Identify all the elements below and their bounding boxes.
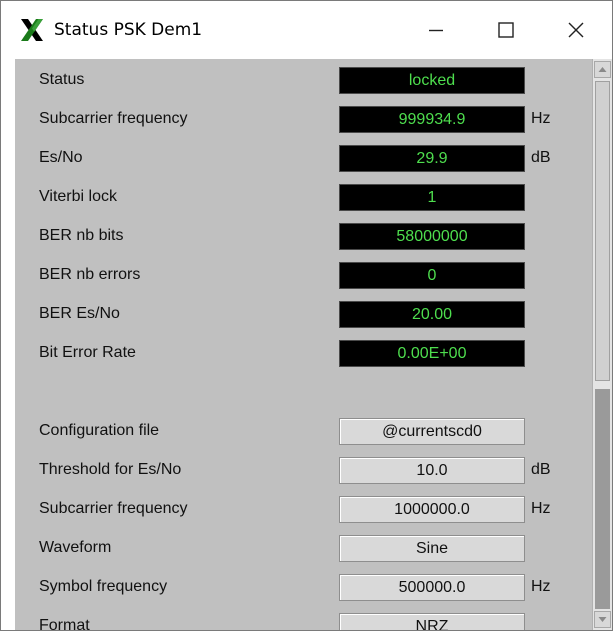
field-label: Viterbi lock — [39, 188, 117, 205]
field-label: Es/No — [39, 149, 83, 166]
status-value: locked — [339, 67, 525, 94]
status-row-viterbi-lock: Viterbi lock 1 — [15, 184, 592, 212]
field-label: Threshold for Es/No — [39, 461, 182, 478]
unit-label: dB — [531, 149, 551, 166]
status-row-ber-nb-bits: BER nb bits 58000000 — [15, 223, 592, 251]
scroll-down-button[interactable] — [594, 611, 611, 628]
field-label: Symbol frequency — [39, 578, 168, 595]
arrow-up-icon — [598, 67, 607, 72]
config-value-field[interactable]: @currentscd0 — [339, 418, 525, 445]
status-value: 999934.9 — [339, 106, 525, 133]
status-row-bit-error-rate: Bit Error Rate 0.00E+00 — [15, 340, 592, 368]
vertical-scrollbar[interactable] — [592, 59, 612, 630]
unit-label: Hz — [531, 110, 551, 127]
status-window: Status PSK Dem1 Status locked Subcarrier… — [0, 0, 613, 631]
status-row-es-no: Es/No 29.9 dB — [15, 145, 592, 173]
status-value: 29.9 — [339, 145, 525, 172]
config-value-field[interactable]: 500000.0 — [339, 574, 525, 601]
config-row-threshold-es-no: Threshold for Es/No 10.0 dB — [15, 457, 592, 485]
maximize-button[interactable] — [475, 1, 537, 59]
config-value-field[interactable]: 10.0 — [339, 457, 525, 484]
field-label: BER nb errors — [39, 266, 141, 283]
close-button[interactable] — [545, 1, 607, 59]
config-value-field[interactable]: 1000000.0 — [339, 496, 525, 523]
status-row-subcarrier-frequency: Subcarrier frequency 999934.9 Hz — [15, 106, 592, 134]
config-row-waveform: Waveform Sine — [15, 535, 592, 563]
scroll-thumb[interactable] — [595, 81, 610, 381]
status-value: 0.00E+00 — [339, 340, 525, 367]
field-label: Subcarrier frequency — [39, 500, 188, 517]
title-bar[interactable]: Status PSK Dem1 — [1, 1, 612, 59]
status-panel: Status locked Subcarrier frequency 99993… — [15, 59, 592, 630]
status-row-ber-es-no: BER Es/No 20.00 — [15, 301, 592, 329]
field-label: Waveform — [39, 539, 112, 556]
config-row-subcarrier-frequency: Subcarrier frequency 1000000.0 Hz — [15, 496, 592, 524]
status-value: 0 — [339, 262, 525, 289]
status-value: 20.00 — [339, 301, 525, 328]
window-title: Status PSK Dem1 — [54, 20, 203, 40]
config-value-field[interactable]: NRZ — [339, 613, 525, 630]
status-row-status: Status locked — [15, 67, 592, 95]
unit-label: dB — [531, 461, 551, 478]
unit-label: Hz — [531, 500, 551, 517]
minimize-icon — [429, 29, 443, 32]
status-row-ber-nb-errors: BER nb errors 0 — [15, 262, 592, 290]
field-label: BER Es/No — [39, 305, 120, 322]
config-row-configuration-file: Configuration file @currentscd0 — [15, 418, 592, 446]
x-app-icon — [21, 19, 43, 41]
config-row-symbol-frequency: Symbol frequency 500000.0 Hz — [15, 574, 592, 602]
status-value: 58000000 — [339, 223, 525, 250]
arrow-down-icon — [598, 617, 607, 622]
field-label: Configuration file — [39, 422, 160, 439]
config-row-format: Format NRZ — [15, 613, 592, 630]
close-icon — [568, 22, 584, 38]
field-label: Subcarrier frequency — [39, 110, 188, 127]
field-label: BER nb bits — [39, 227, 124, 244]
field-label: Status — [39, 71, 85, 88]
status-value: 1 — [339, 184, 525, 211]
minimize-button[interactable] — [405, 1, 467, 59]
field-label: Format — [39, 617, 90, 630]
config-value-field[interactable]: Sine — [339, 535, 525, 562]
unit-label: Hz — [531, 578, 551, 595]
scroll-track[interactable] — [595, 389, 610, 609]
maximize-icon — [498, 22, 514, 38]
field-label: Bit Error Rate — [39, 344, 136, 361]
scroll-up-button[interactable] — [594, 61, 611, 78]
